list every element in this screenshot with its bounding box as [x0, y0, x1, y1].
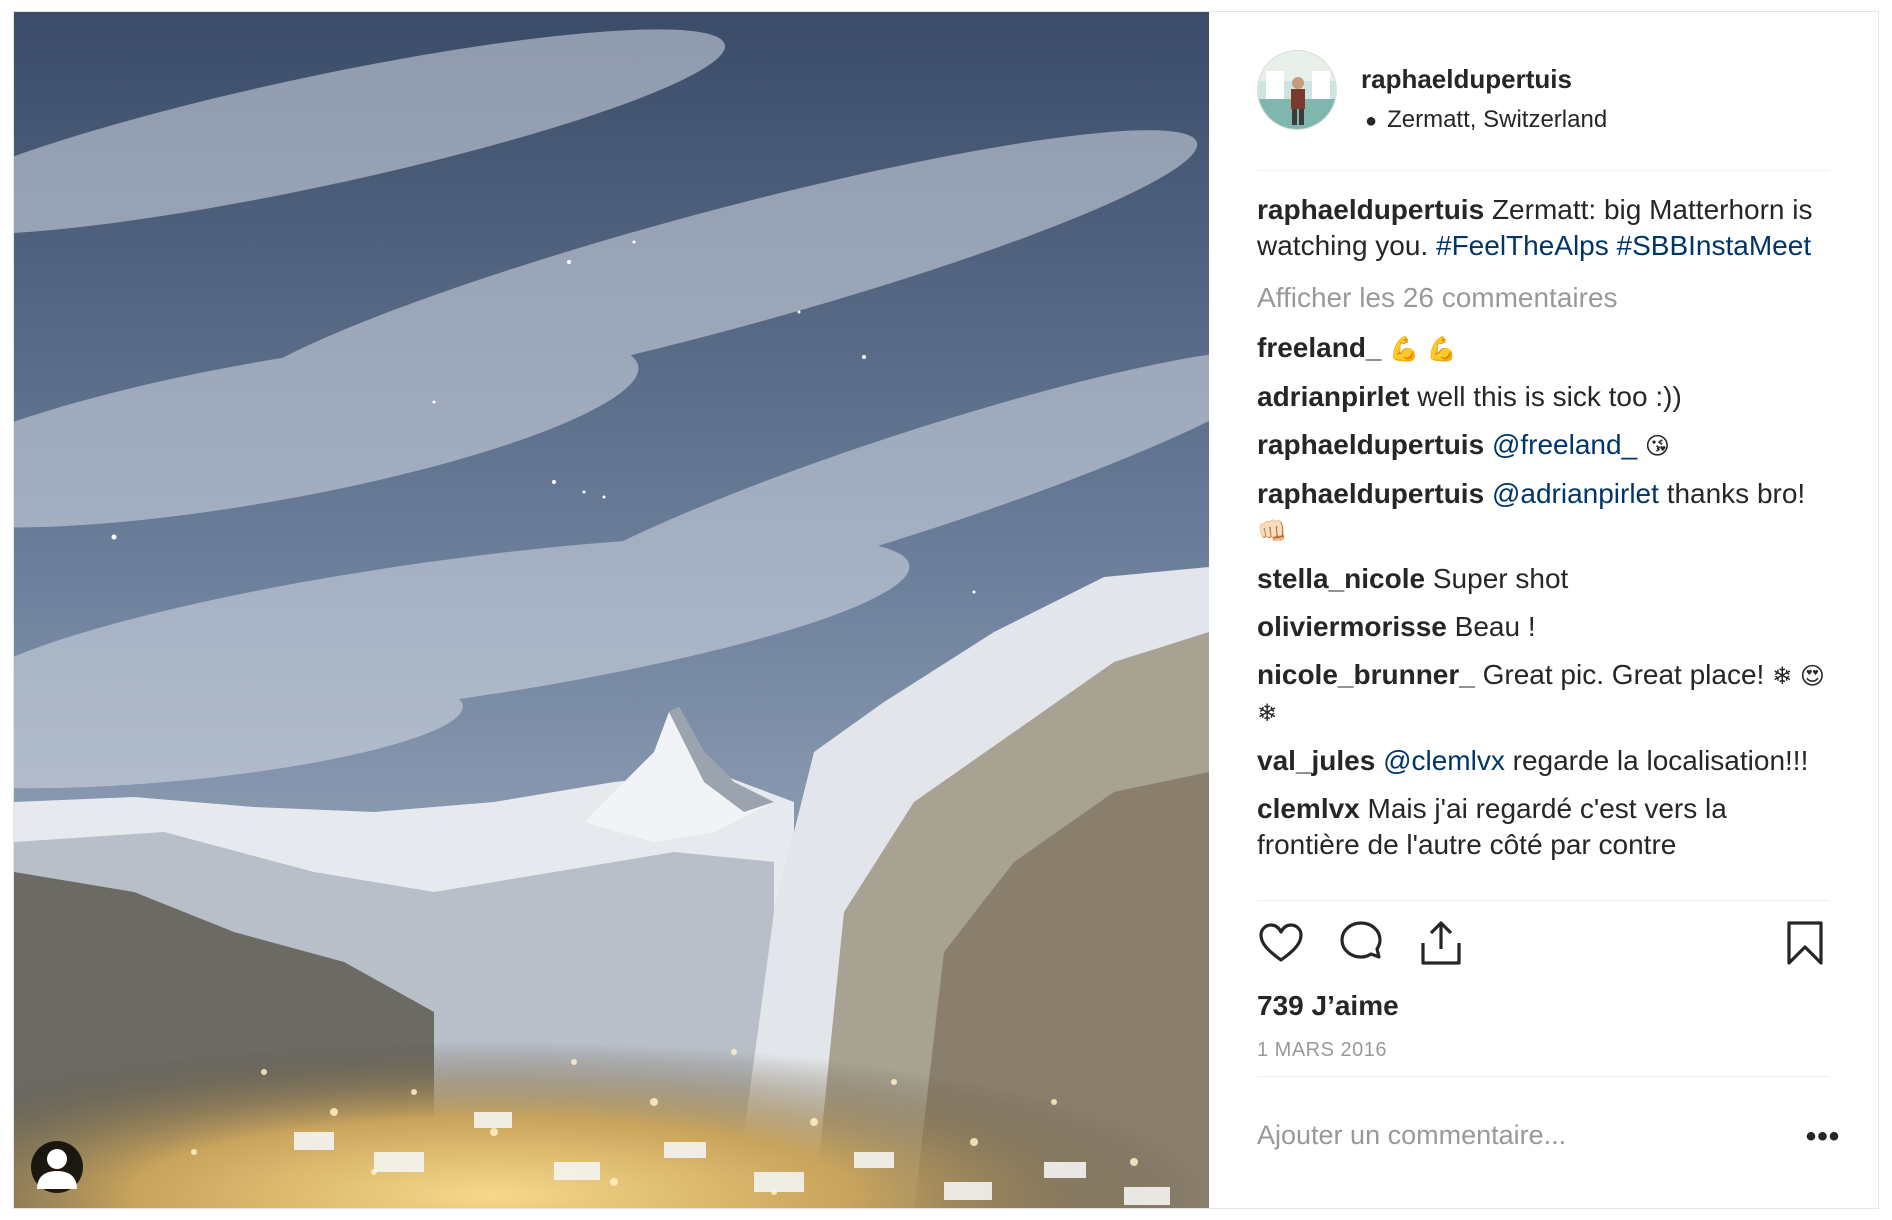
header-username[interactable]: raphaeldupertuis: [1361, 64, 1572, 95]
comment-text: thanks bro!: [1666, 478, 1806, 509]
matterhorn-night-photo: [14, 12, 1209, 1208]
avatar-image: [1258, 51, 1336, 129]
mention-link[interactable]: @freeland_: [1492, 429, 1637, 460]
view-all-comments-link[interactable]: Afficher les 26 commentaires: [1257, 280, 1837, 316]
caption: raphaeldupertuis Zermatt: big Matterhorn…: [1257, 192, 1837, 264]
post-card: raphaeldupertuis ● Zermatt, Switzerland r…: [13, 11, 1879, 1209]
comment-item: raphaeldupertuis @adrianpirlet thanks br…: [1257, 476, 1837, 549]
share-button[interactable]: [1417, 919, 1465, 967]
post-header: raphaeldupertuis ● Zermatt, Switzerland: [1257, 50, 1830, 171]
hashtag-link[interactable]: #SBBInstaMeet: [1617, 230, 1812, 261]
flexed-biceps-emoji: 💪 💪: [1389, 335, 1457, 363]
post-side-panel: raphaeldupertuis ● Zermatt, Switzerland r…: [1209, 12, 1878, 1208]
avatar[interactable]: [1257, 50, 1337, 130]
comment-text: regarde la localisation!!!: [1512, 745, 1809, 776]
fist-bump-emoji: 👊🏻: [1257, 517, 1287, 545]
comment-username[interactable]: val_jules: [1257, 745, 1375, 776]
comment-item: adrianpirlet well this is sick too :)): [1257, 379, 1837, 415]
comment-username[interactable]: raphaeldupertuis: [1257, 478, 1484, 509]
comment-username[interactable]: freeland_: [1257, 332, 1382, 363]
bookmark-icon: [1787, 921, 1823, 965]
comment-item: freeland_ 💪 💪: [1257, 330, 1837, 367]
post-photo[interactable]: [14, 12, 1209, 1208]
comment-item: raphaeldupertuis @freeland_ 😘: [1257, 427, 1837, 464]
comment-username[interactable]: oliviermorisse: [1257, 611, 1447, 642]
more-options-button[interactable]: •••: [1803, 1117, 1843, 1157]
comment-text: Great pic. Great place!: [1482, 659, 1765, 690]
caption-username[interactable]: raphaeldupertuis: [1257, 194, 1484, 225]
comments-list: raphaeldupertuis Zermatt: big Matterhorn…: [1257, 192, 1837, 892]
comment-item: stella_nicole Super shot: [1257, 561, 1837, 597]
comment-username[interactable]: raphaeldupertuis: [1257, 429, 1484, 460]
mention-link[interactable]: @adrianpirlet: [1492, 478, 1659, 509]
heart-icon: [1259, 923, 1303, 962]
comment-input[interactable]: [1257, 1113, 1737, 1157]
comment-username[interactable]: nicole_brunner_: [1257, 659, 1475, 690]
location-dot-icon: ●: [1365, 110, 1378, 132]
comment-item: nicole_brunner_ Great pic. Great place! …: [1257, 657, 1837, 731]
comment-bubble-icon: [1340, 921, 1382, 959]
mention-link[interactable]: @clemlvx: [1383, 745, 1505, 776]
share-icon: [1421, 921, 1461, 965]
hashtag-link[interactable]: #FeelTheAlps: [1436, 230, 1609, 261]
comment-username[interactable]: adrianpirlet: [1257, 381, 1409, 412]
person-tag-icon: [37, 1149, 77, 1189]
comment-text: Super shot: [1432, 563, 1569, 594]
comment-item: clemlvx Mais j'ai regardé c'est vers la …: [1257, 791, 1837, 863]
comment-item: val_jules @clemlvx regarde la localisati…: [1257, 743, 1837, 779]
comment-username[interactable]: stella_nicole: [1257, 563, 1425, 594]
like-button[interactable]: [1257, 919, 1305, 967]
comment-text: well this is sick too :)): [1417, 381, 1682, 412]
kiss-emoji: 😘: [1644, 432, 1670, 460]
location-link[interactable]: ● Zermatt, Switzerland: [1365, 106, 1607, 134]
save-button[interactable]: [1781, 919, 1829, 967]
comment-username[interactable]: clemlvx: [1257, 793, 1360, 824]
post-date: 1 MARS 2016: [1257, 1039, 1388, 1061]
likes-count[interactable]: 739 J’aime: [1257, 990, 1399, 1022]
location-label: Zermatt, Switzerland: [1387, 106, 1608, 133]
comment-text: Beau !: [1454, 611, 1536, 642]
comment-item: oliviermorisse Beau !: [1257, 609, 1837, 645]
add-comment-section: •••: [1257, 1076, 1839, 1197]
tagged-people-button[interactable]: [31, 1141, 83, 1193]
comment-button[interactable]: [1337, 919, 1385, 967]
